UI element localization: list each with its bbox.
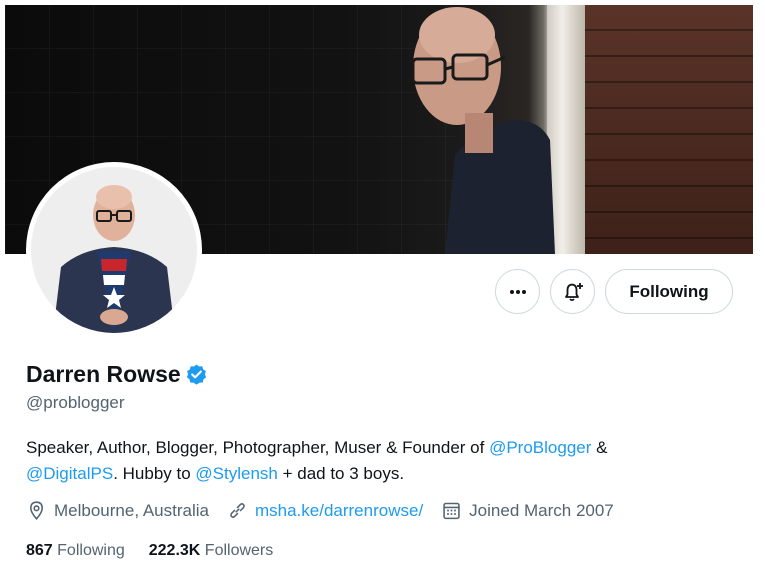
banner-person-image [411, 7, 555, 254]
profile-location: Melbourne, Australia [26, 500, 209, 521]
joined-text: Joined March 2007 [469, 500, 614, 520]
profile-name: Darren Rowse [26, 361, 181, 387]
profile-handle: @problogger [26, 393, 125, 412]
profile-page: Following Darren Rowse @problogger Speak… [5, 5, 753, 575]
following-button[interactable]: Following [605, 269, 733, 314]
verified-badge-icon[interactable] [185, 363, 208, 386]
bio-text: . Hubby to [113, 464, 196, 483]
more-icon [509, 289, 526, 294]
banner-brick-wall [585, 5, 753, 254]
profile-name-row: Darren Rowse [26, 361, 208, 388]
profile-meta: Melbourne, Australia msha.ke/darrenrowse… [26, 500, 632, 521]
followers-label: Followers [204, 542, 274, 559]
notification-bell-plus-icon [564, 282, 583, 301]
website-link[interactable]: msha.ke/darrenrowse/ [255, 501, 423, 521]
mention-link-digitalps[interactable]: @DigitalPS [26, 464, 113, 483]
calendar-icon [443, 502, 460, 520]
followers-count: 222.3K [148, 542, 201, 559]
profile-stats: 867 Following 222.3K Followers [26, 542, 297, 560]
profile-website[interactable]: msha.ke/darrenrowse/ [227, 500, 423, 521]
following-label: Following [57, 542, 125, 559]
profile-avatar[interactable] [26, 162, 202, 338]
location-pin-icon [30, 501, 43, 521]
location-text: Melbourne, Australia [54, 500, 209, 520]
bio-text: Speaker, Author, Blogger, Photographer, … [26, 438, 490, 457]
following-count: 867 [26, 542, 53, 559]
mention-link-problogger[interactable]: @ProBlogger [489, 438, 591, 457]
profile-bio: Speaker, Author, Blogger, Photographer, … [26, 435, 726, 487]
following-stat[interactable]: 867 Following [26, 542, 125, 560]
mention-link-stylensh[interactable]: @Stylensh [195, 464, 277, 483]
followers-stat[interactable]: 222.3K Followers [149, 542, 274, 560]
avatar-photo [31, 167, 197, 333]
link-icon [230, 503, 245, 518]
bio-text: & [591, 438, 608, 457]
notifications-button[interactable] [550, 269, 595, 314]
bio-text: + dad to 3 boys. [277, 464, 405, 483]
more-button[interactable] [495, 269, 540, 314]
avatar-person-image [31, 167, 197, 333]
profile-joined: Joined March 2007 [441, 500, 614, 521]
